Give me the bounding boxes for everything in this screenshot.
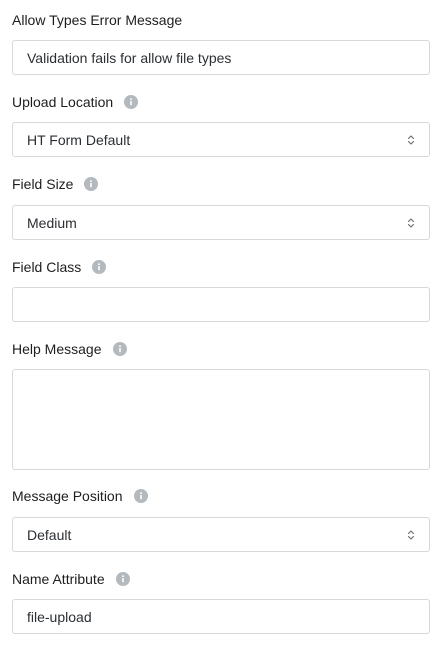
name-attribute-label-text: Name Attribute: [12, 571, 105, 587]
message-position-value: Default: [27, 526, 72, 543]
info-icon[interactable]: [133, 489, 148, 503]
info-icon[interactable]: [124, 95, 139, 109]
field-class-input[interactable]: [12, 287, 430, 322]
chevron-up-down-icon: [407, 135, 415, 145]
info-icon[interactable]: [112, 342, 127, 356]
info-icon[interactable]: [84, 177, 99, 191]
help-message-label: Help Message: [12, 340, 127, 358]
info-icon[interactable]: [92, 260, 107, 274]
name-attribute-label: Name Attribute: [12, 570, 130, 588]
field-size-select[interactable]: Medium: [12, 205, 430, 240]
field-size-value: Medium: [27, 214, 77, 231]
name-attribute-input[interactable]: file-upload: [12, 599, 430, 634]
info-icon[interactable]: [115, 572, 130, 586]
message-position-label: Message Position: [12, 487, 148, 505]
chevron-up-down-icon: [407, 530, 415, 540]
message-position-select[interactable]: Default: [12, 517, 430, 552]
allow-types-error-label: Allow Types Error Message: [12, 11, 182, 29]
allow-types-error-value: Validation fails for allow file types: [27, 49, 232, 66]
name-attribute-value: file-upload: [27, 608, 92, 625]
upload-location-value: HT Form Default: [27, 131, 131, 148]
chevron-up-down-icon: [407, 218, 415, 228]
allow-types-error-label-text: Allow Types Error Message: [12, 12, 183, 28]
field-size-label: Field Size: [12, 175, 99, 193]
upload-location-select[interactable]: HT Form Default: [12, 122, 430, 157]
message-position-label-text: Message Position: [12, 488, 123, 504]
field-class-label-text: Field Class: [12, 259, 82, 275]
allow-types-error-input[interactable]: Validation fails for allow file types: [12, 40, 430, 75]
upload-location-label-text: Upload Location: [12, 94, 114, 110]
field-class-label: Field Class: [12, 258, 107, 276]
upload-location-label: Upload Location: [12, 93, 139, 111]
help-message-label-text: Help Message: [12, 341, 102, 357]
field-size-label-text: Field Size: [12, 176, 74, 192]
help-message-textarea[interactable]: [12, 369, 430, 470]
